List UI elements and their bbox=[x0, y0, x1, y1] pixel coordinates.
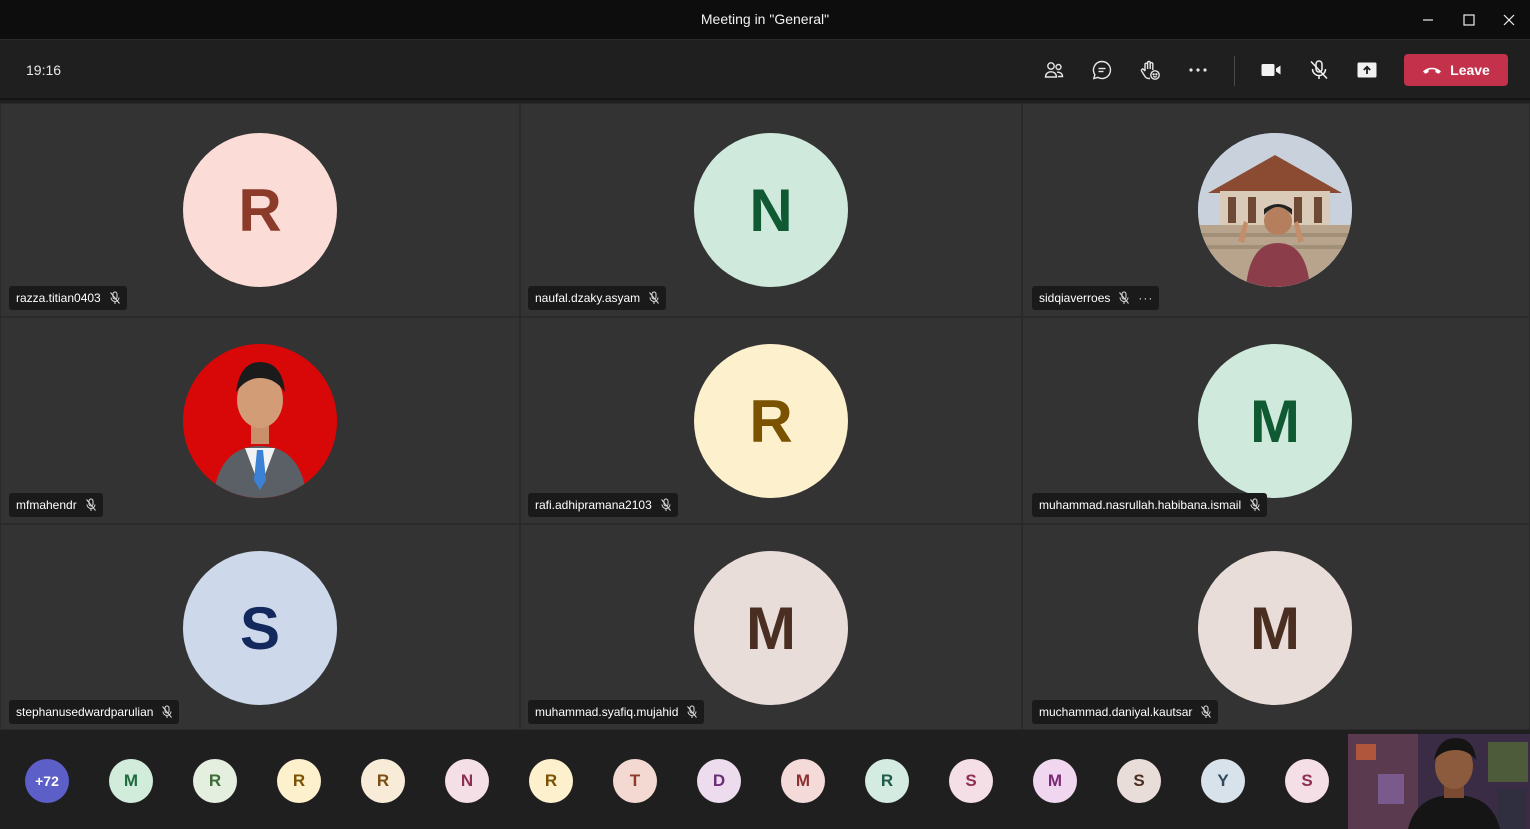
meeting-toolbar: 19:16 Leave bbox=[0, 40, 1530, 100]
participant-avatar-small[interactable]: R bbox=[277, 759, 321, 803]
mic-muted-icon bbox=[1201, 705, 1212, 718]
chat-icon[interactable] bbox=[1088, 56, 1116, 84]
participant-avatar-small[interactable]: R bbox=[361, 759, 405, 803]
participant-tile[interactable]: R rafi.adhipramana2103 bbox=[520, 317, 1022, 524]
participant-avatar-small[interactable]: R bbox=[529, 759, 573, 803]
avatar: R bbox=[183, 133, 337, 287]
participant-avatar-small[interactable]: S bbox=[1117, 759, 1161, 803]
participant-tile[interactable]: R razza.titian0403 bbox=[0, 103, 520, 317]
participant-avatar-small[interactable]: M bbox=[109, 759, 153, 803]
toolbar-divider bbox=[1234, 56, 1235, 86]
participant-strip: +72 MRRRNRTDMRSMSYS bbox=[0, 731, 1530, 829]
share-screen-icon[interactable] bbox=[1353, 56, 1381, 84]
participant-avatar-small[interactable]: D bbox=[697, 759, 741, 803]
title-bar: Meeting in "General" bbox=[0, 0, 1530, 40]
participant-avatar-small[interactable]: M bbox=[1033, 759, 1077, 803]
mic-muted-icon bbox=[109, 291, 120, 304]
participant-name-tag: muhammad.syafiq.mujahid bbox=[528, 700, 705, 724]
participant-name-tag: sidqiaverroes ··· bbox=[1032, 286, 1160, 310]
participant-avatar-small[interactable]: M bbox=[781, 759, 825, 803]
participant-more-options[interactable]: ··· bbox=[1138, 291, 1153, 305]
participant-avatar-small[interactable]: R bbox=[865, 759, 909, 803]
participant-name: mfmahendr bbox=[16, 498, 77, 512]
leave-label: Leave bbox=[1450, 62, 1490, 78]
participant-tile[interactable]: M muchammad.daniyal.kautsar bbox=[1022, 524, 1530, 730]
maximize-icon[interactable] bbox=[1457, 8, 1481, 32]
participant-tile[interactable]: M muhammad.nasrullah.habibana.ismail bbox=[1022, 317, 1530, 524]
participant-name-tag: muhammad.nasrullah.habibana.ismail bbox=[1032, 493, 1268, 517]
mic-muted-icon bbox=[85, 498, 96, 511]
participant-name: sidqiaverroes bbox=[1039, 291, 1111, 305]
avatar: R bbox=[694, 344, 848, 498]
mic-muted-icon bbox=[1119, 291, 1130, 304]
participant-tile[interactable]: sidqiaverroes ··· bbox=[1022, 103, 1530, 317]
participant-name: muhammad.syafiq.mujahid bbox=[535, 705, 679, 719]
meeting-timer: 19:16 bbox=[26, 62, 62, 78]
participant-name: razza.titian0403 bbox=[16, 291, 101, 305]
profile-photo bbox=[183, 344, 337, 498]
avatar: M bbox=[1198, 344, 1352, 498]
mic-muted-icon bbox=[687, 705, 698, 718]
participant-avatar-small[interactable]: S bbox=[1285, 759, 1329, 803]
mic-muted-icon bbox=[1250, 498, 1260, 511]
participant-name: muchammad.daniyal.kautsar bbox=[1039, 705, 1193, 719]
participant-name-tag: muchammad.daniyal.kautsar bbox=[1032, 700, 1219, 724]
participant-name-tag: razza.titian0403 bbox=[9, 286, 127, 310]
more-actions-icon[interactable] bbox=[1184, 56, 1212, 84]
participant-tile[interactable]: S stephanusedwardparulian bbox=[0, 524, 520, 730]
avatar: S bbox=[183, 551, 337, 705]
participant-name-tag: mfmahendr bbox=[9, 493, 103, 517]
participant-name: muhammad.nasrullah.habibana.ismail bbox=[1039, 498, 1242, 512]
participant-tile[interactable]: M muhammad.syafiq.mujahid bbox=[520, 524, 1022, 730]
participant-name-tag: stephanusedwardparulian bbox=[9, 700, 180, 724]
minimize-icon[interactable] bbox=[1416, 8, 1440, 32]
participant-avatar-small[interactable]: N bbox=[445, 759, 489, 803]
participant-name: stephanusedwardparulian bbox=[16, 705, 154, 719]
avatar: N bbox=[694, 133, 848, 287]
mic-muted-icon bbox=[162, 705, 173, 718]
participant-name: naufal.dzaky.asyam bbox=[535, 291, 641, 305]
mic-muted-icon bbox=[660, 498, 671, 511]
window-title: Meeting in "General" bbox=[700, 11, 830, 27]
participant-tile[interactable]: mfmahendr bbox=[0, 317, 520, 524]
participant-avatar-small[interactable]: R bbox=[193, 759, 237, 803]
microphone-muted-icon[interactable] bbox=[1305, 56, 1333, 84]
participant-tile[interactable]: N naufal.dzaky.asyam bbox=[520, 103, 1022, 317]
participant-avatar-small[interactable]: S bbox=[949, 759, 993, 803]
profile-photo bbox=[1198, 133, 1352, 287]
participant-name: rafi.adhipramana2103 bbox=[535, 498, 652, 512]
close-icon[interactable] bbox=[1497, 8, 1521, 32]
raise-hand-icon[interactable] bbox=[1136, 56, 1164, 84]
avatar: M bbox=[1198, 551, 1352, 705]
participants-icon[interactable] bbox=[1040, 56, 1068, 84]
leave-button[interactable]: Leave bbox=[1404, 54, 1508, 86]
self-video-preview[interactable] bbox=[1348, 734, 1530, 829]
mic-muted-icon bbox=[649, 291, 660, 304]
participant-avatar-small[interactable]: T bbox=[613, 759, 657, 803]
camera-icon[interactable] bbox=[1257, 56, 1285, 84]
more-participants-button[interactable]: +72 bbox=[25, 759, 69, 803]
participant-grid: R razza.titian0403 N naufal.dzaky.asyam bbox=[0, 103, 1530, 730]
participant-avatar-small[interactable]: Y bbox=[1201, 759, 1245, 803]
participant-name-tag: rafi.adhipramana2103 bbox=[528, 493, 678, 517]
hang-up-icon bbox=[1423, 67, 1442, 74]
participant-name-tag: naufal.dzaky.asyam bbox=[528, 286, 667, 310]
avatar: M bbox=[694, 551, 848, 705]
